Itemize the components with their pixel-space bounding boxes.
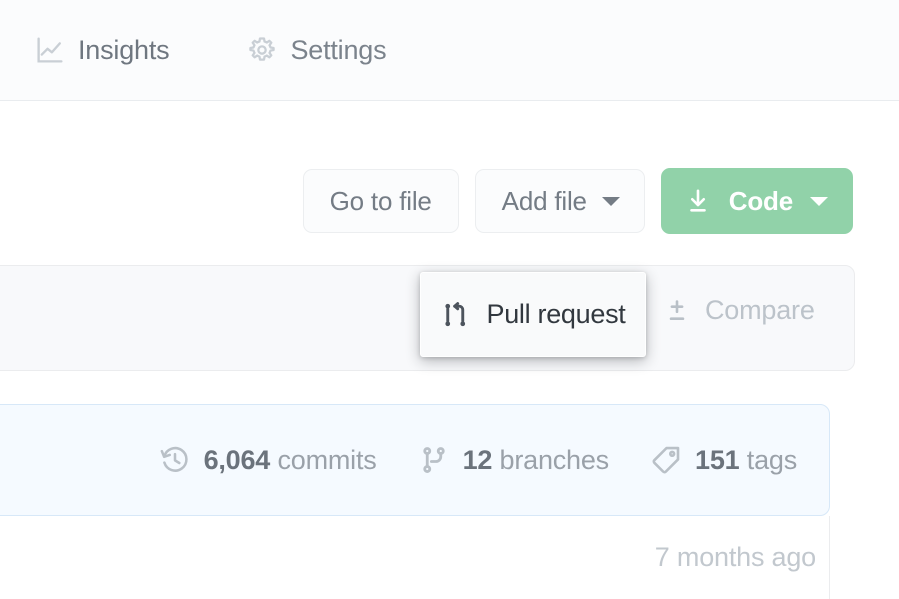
plus-minus-diff-icon	[663, 297, 691, 325]
code-button[interactable]: Code	[660, 168, 853, 234]
go-to-file-label: Go to file	[329, 185, 432, 216]
stat-commits-unit: commits	[277, 444, 377, 475]
go-to-file-button[interactable]: Go to file	[302, 169, 459, 233]
stat-branches-unit: branches	[499, 444, 610, 475]
latest-commit-row: 7 months ago	[0, 516, 830, 599]
stat-commits[interactable]: 6,064 commits	[160, 445, 377, 476]
gear-icon	[247, 35, 277, 65]
code-button-label: Code	[728, 185, 793, 216]
nav-tab-settings[interactable]: Settings	[247, 0, 387, 100]
stat-branches-text: 12 branches	[462, 444, 610, 476]
repo-stats-bar: 6,064 commits 12 branches 151 tags	[0, 404, 830, 516]
stat-tags-value: 151	[695, 444, 740, 475]
graph-icon	[35, 35, 65, 65]
git-branch-icon	[419, 445, 449, 475]
repo-nav-bar: Insights Settings	[0, 0, 899, 101]
add-file-label: Add file	[501, 185, 587, 216]
add-file-button[interactable]: Add file	[474, 169, 645, 233]
nav-tab-settings-label: Settings	[290, 34, 387, 65]
stat-tags-text: 151 tags	[695, 445, 797, 476]
tag-icon	[651, 445, 681, 475]
history-clock-icon	[160, 445, 190, 475]
chevron-down-icon	[601, 196, 620, 206]
stat-tags-unit: tags	[746, 444, 797, 475]
compare-button[interactable]: Compare	[663, 295, 815, 326]
commit-timestamp: 7 months ago	[654, 542, 816, 572]
download-icon	[684, 187, 712, 215]
stat-commits-text: 6,064 commits	[204, 445, 377, 476]
compare-label: Compare	[705, 295, 815, 325]
stat-branches[interactable]: 12 branches	[419, 445, 609, 476]
pull-request-button[interactable]: Pull request	[420, 272, 646, 357]
stat-branches-value: 12	[462, 444, 493, 475]
file-action-bar: Go to file Add file Code	[0, 160, 899, 242]
chevron-down-icon	[810, 196, 828, 206]
stat-commits-value: 6,064	[203, 444, 271, 475]
nav-tab-insights[interactable]: Insights	[35, 0, 170, 100]
stat-tags[interactable]: 151 tags	[651, 445, 797, 476]
pull-request-label: Pull request	[486, 299, 626, 329]
nav-tab-insights-label: Insights	[78, 34, 170, 65]
git-pull-request-icon	[441, 300, 471, 330]
